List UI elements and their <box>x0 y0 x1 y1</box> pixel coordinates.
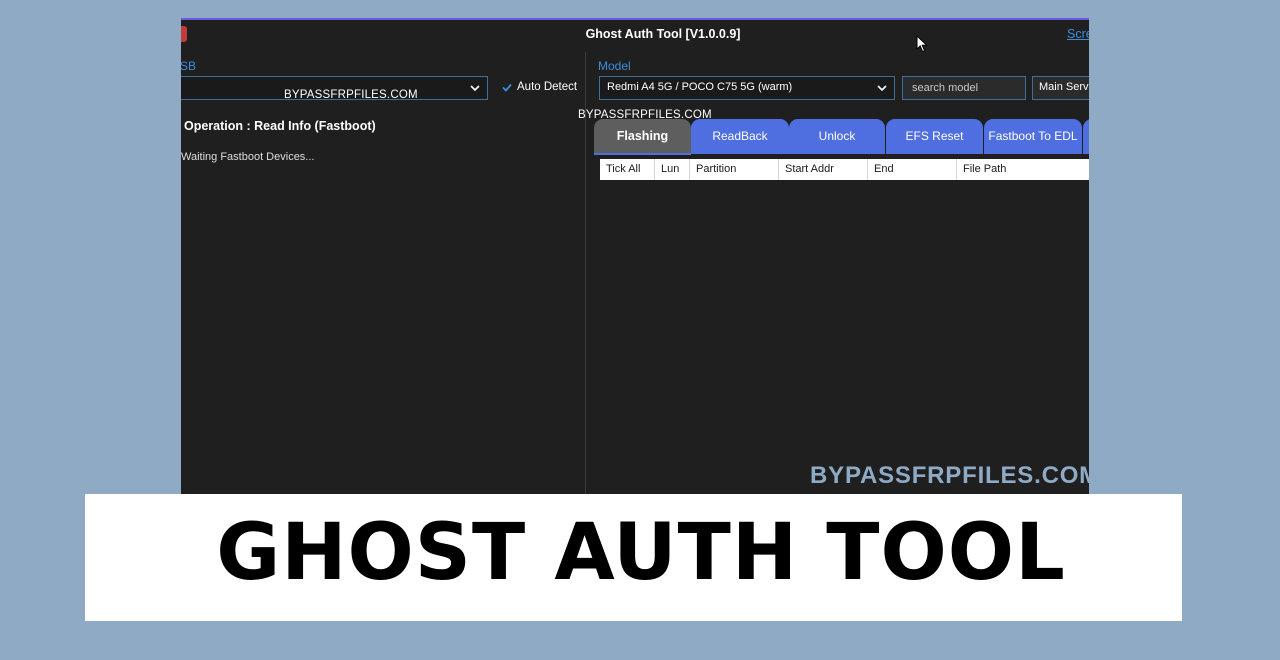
tab-overflow[interactable] <box>1083 119 1089 154</box>
tab-readback[interactable]: ReadBack <box>691 119 789 154</box>
port-select-value: BYPASSFRPFILES.COM <box>284 89 418 101</box>
usb-label: SB <box>181 59 197 73</box>
tab-bar: Flashing ReadBack Unlock EFS Reset Fastb… <box>594 119 1089 155</box>
grid-col-file-path[interactable]: File Path <box>957 159 1089 180</box>
title-banner: GHOST AUTH TOOL <box>85 494 1182 621</box>
tab-active-indicator <box>594 153 691 155</box>
operation-status: Operation : Read Info (Fastboot) <box>184 119 376 133</box>
log-line: Waiting Fastboot Devices... <box>181 151 315 163</box>
banner-title: GHOST AUTH TOOL <box>216 508 1066 598</box>
chevron-down-icon[interactable] <box>470 84 480 92</box>
window-title: Ghost Auth Tool [V1.0.0.9] <box>585 27 741 41</box>
model-select-value: Redmi A4 5G / POCO C75 5G (warm) <box>607 81 793 93</box>
auto-detect-label: Auto Detect <box>517 81 578 93</box>
model-select[interactable]: Redmi A4 5G / POCO C75 5G (warm) <box>599 76 895 100</box>
tab-flashing[interactable]: Flashing <box>594 119 691 154</box>
grid-col-partition[interactable]: Partition <box>690 159 779 180</box>
partition-grid-header: Tick All Lun Partition Start Addr End Fi… <box>600 159 1089 180</box>
mouse-cursor-icon <box>916 35 928 53</box>
screen-link[interactable]: Scre <box>1067 27 1089 41</box>
port-select[interactable]: BYPASSFRPFILES.COM <box>181 76 488 101</box>
chevron-down-icon[interactable] <box>877 84 887 92</box>
app-window: Ghost Auth Tool [V1.0.0.9] Scre SB BYPAS… <box>181 18 1089 494</box>
tab-unlock[interactable]: Unlock <box>789 119 885 154</box>
overlay-watermark: BYPASSFRPFILES.COM <box>810 462 1100 489</box>
search-model-input[interactable] <box>902 76 1026 100</box>
tab-fastboot-to-edl[interactable]: Fastboot To EDL <box>984 119 1082 154</box>
model-label: Model <box>598 59 631 73</box>
grid-col-end[interactable]: End <box>868 159 957 180</box>
tab-efs-reset[interactable]: EFS Reset <box>886 119 983 154</box>
server-select[interactable]: Main Serve <box>1032 76 1089 100</box>
auto-detect-checkbox[interactable]: Auto Detect <box>502 81 577 93</box>
check-icon <box>502 83 512 92</box>
grid-col-lun[interactable]: Lun <box>655 159 690 180</box>
server-select-value: Main Serve <box>1039 81 1089 93</box>
title-bar: Ghost Auth Tool [V1.0.0.9] Scre <box>181 20 1089 53</box>
grid-col-tick-all[interactable]: Tick All <box>600 159 655 180</box>
grid-col-start-addr[interactable]: Start Addr <box>779 159 868 180</box>
